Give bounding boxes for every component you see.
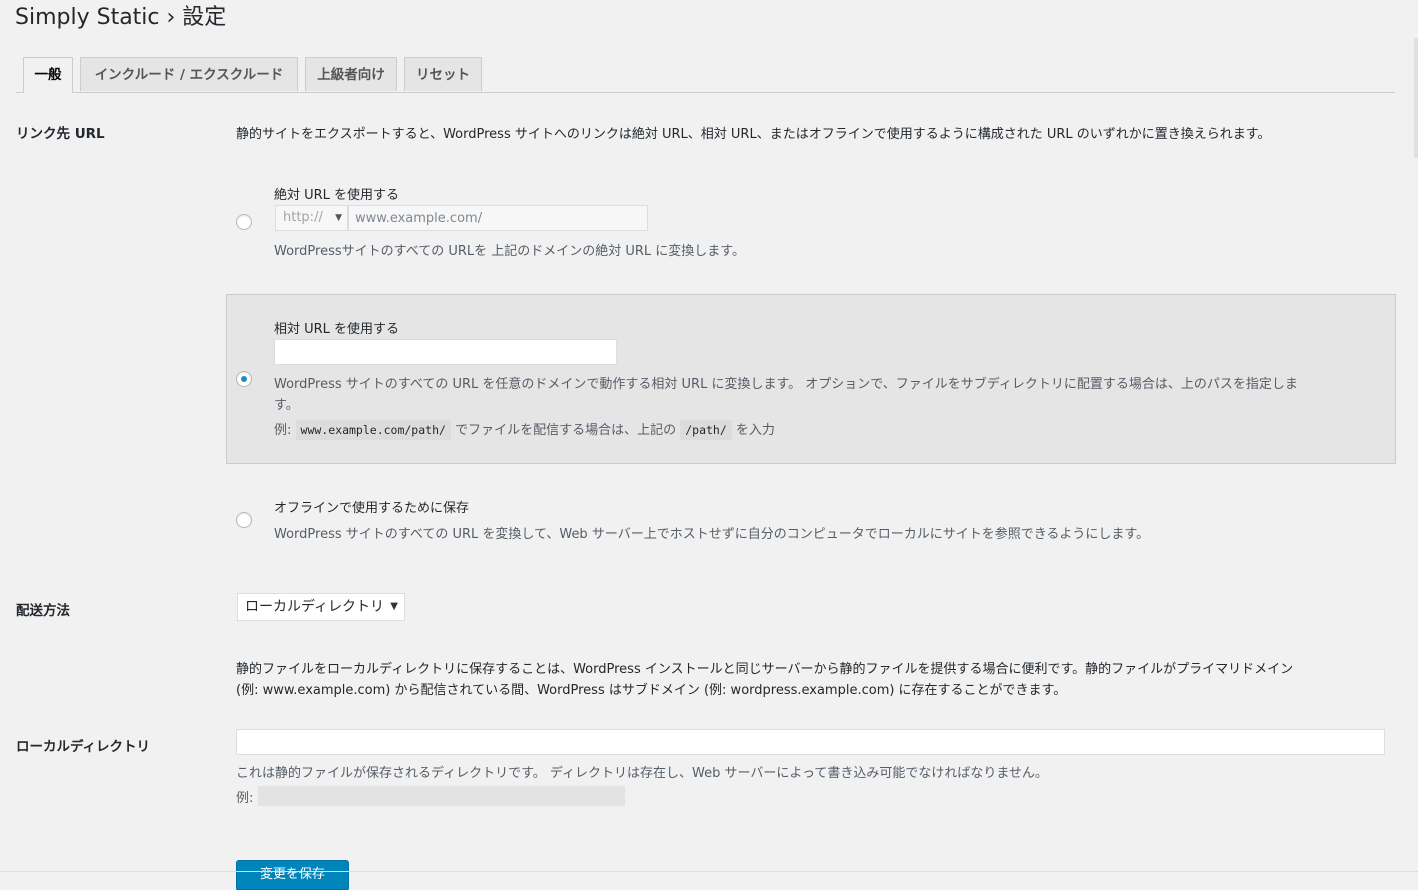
relative-url-desc-line2: す。 bbox=[274, 398, 299, 413]
save-changes-button[interactable]: 変更を保存 bbox=[236, 860, 349, 890]
offline-label: オフラインで使用するために保存 bbox=[274, 501, 470, 516]
local-dir-desc: これは静的ファイルが保存されるディレクトリです。 ディレクトリは存在し、Web … bbox=[236, 766, 1048, 781]
example-suffix: を入力 bbox=[735, 423, 775, 438]
delivery-heading: 配送方法 bbox=[16, 603, 70, 619]
relative-url-label: 相対 URL を使用する bbox=[274, 322, 400, 337]
absolute-url-desc: WordPressサイトのすべての URLを 上記のドメインの絶対 URL に変… bbox=[274, 244, 746, 259]
relative-url-example: 例: www.example.com/path/ でファイルを配信する場合は、上… bbox=[274, 419, 775, 440]
local-dir-example-value bbox=[258, 786, 625, 806]
offline-desc: WordPress サイトのすべての URL を変換して、Web サーバー上でホ… bbox=[274, 527, 1150, 542]
relative-path-input[interactable] bbox=[274, 339, 617, 365]
absolute-url-label: 絶対 URL を使用する bbox=[274, 188, 400, 203]
link-url-heading: リンク先 URL bbox=[16, 126, 105, 142]
page-title: Simply Static › 設定 bbox=[15, 5, 227, 30]
offline-radio[interactable] bbox=[236, 512, 252, 528]
relative-url-radio[interactable] bbox=[236, 371, 252, 387]
local-dir-heading: ローカルディレクトリ bbox=[16, 739, 151, 755]
footer-divider bbox=[0, 871, 1418, 872]
relative-url-desc-line1: WordPress サイトのすべての URL を任意のドメインで動作する相対 U… bbox=[274, 377, 1298, 392]
link-url-intro: 静的サイトをエクスポートすると、WordPress サイトへのリンクは絶対 UR… bbox=[236, 127, 1271, 142]
local-dir-example-prefix: 例: bbox=[236, 791, 254, 806]
example-subpath-code: /path/ bbox=[680, 420, 732, 440]
tab-general[interactable]: 一般 bbox=[23, 57, 73, 93]
delivery-method-value: ローカルディレクトリ bbox=[245, 599, 385, 615]
chevron-down-icon: ▼ bbox=[390, 601, 398, 612]
settings-tabs: 一般 インクルード / エクスクルード 上級者向け リセット bbox=[16, 57, 1395, 93]
example-mid: でファイルを配信する場合は、上記の bbox=[455, 423, 677, 438]
delivery-desc-line1: 静的ファイルをローカルディレクトリに保存することは、WordPress インスト… bbox=[236, 662, 1294, 677]
absolute-url-host-input[interactable] bbox=[348, 205, 648, 231]
example-path-code: www.example.com/path/ bbox=[295, 420, 451, 440]
scrollbar[interactable] bbox=[1414, 38, 1418, 158]
protocol-value: http:// bbox=[283, 210, 323, 225]
local-dir-input[interactable] bbox=[236, 729, 1385, 755]
example-prefix: 例: bbox=[274, 423, 292, 438]
tab-include-exclude[interactable]: インクルード / エクスクルード bbox=[80, 57, 298, 91]
tab-advanced[interactable]: 上級者向け bbox=[305, 57, 397, 91]
chevron-down-icon: ▼ bbox=[335, 213, 342, 223]
absolute-url-radio[interactable] bbox=[236, 214, 252, 230]
tab-reset[interactable]: リセット bbox=[404, 57, 482, 91]
delivery-desc-line2: (例: www.example.com) から配信されている間、WordPres… bbox=[236, 683, 1067, 698]
delivery-method-select[interactable]: ローカルディレクトリ ▼ bbox=[237, 593, 405, 621]
protocol-select[interactable]: http:// ▼ bbox=[275, 205, 348, 231]
